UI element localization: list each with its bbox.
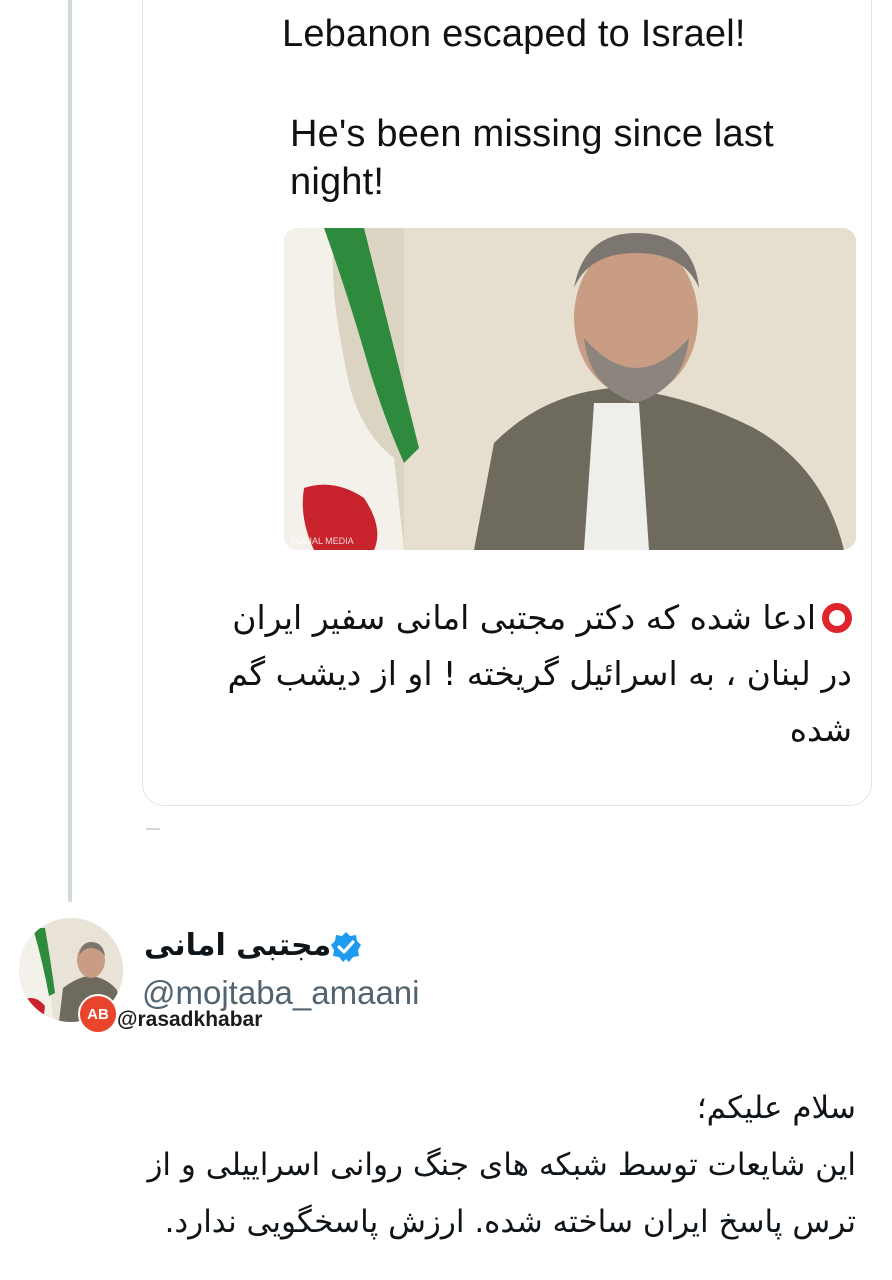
divider	[146, 828, 160, 830]
thread-connector-line	[68, 0, 72, 902]
quoted-tweet-text-fa: ادعا شده که دکتر مجتبی امانی سفیر ایران …	[192, 590, 852, 758]
tweet-line: سلام علیکم؛	[696, 1090, 856, 1126]
author-display-name[interactable]: مجتبی امانی	[144, 928, 331, 963]
tweet-line: ترس پاسخ ایران ساخته شده. ارزش پاسخگویی …	[164, 1204, 856, 1240]
quoted-tweet-text-fa-body: ادعا شده که دکتر مجتبی امانی سفیر ایران …	[227, 598, 852, 749]
rasadkhabar-logo: AB	[78, 994, 118, 1034]
author-handle[interactable]: @mojtaba_amaani	[142, 974, 420, 1012]
quoted-tweet-text-en-line1: Lebanon escaped to Israel!	[282, 13, 746, 55]
tweet-line: این شایعات توسط شبکه های جنگ روانی اسرای…	[147, 1147, 856, 1183]
quoted-tweet-text-en-line2: He's been missing since last night!	[290, 113, 774, 203]
tweet-body: سلام علیکم؛ این شایعات توسط شبکه های جنگ…	[36, 1080, 856, 1251]
image-watermark-text: SOCIAL MEDIA	[290, 536, 354, 546]
quoted-tweet-image[interactable]: SOCIAL MEDIA	[284, 228, 856, 550]
portrait-photo: SOCIAL MEDIA	[284, 228, 856, 550]
red-circle-icon	[822, 603, 852, 633]
verified-badge-icon	[331, 932, 361, 962]
